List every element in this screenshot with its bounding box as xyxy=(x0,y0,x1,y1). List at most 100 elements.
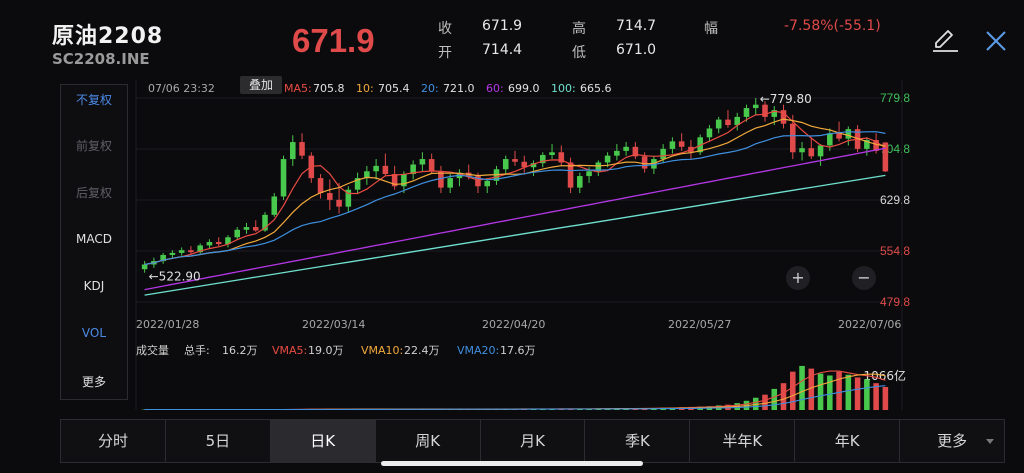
chevron-down-icon xyxy=(986,439,995,444)
candle-body xyxy=(252,227,259,231)
zoom-in-button-icon: + xyxy=(791,268,804,287)
overlay-button[interactable]: 叠加 xyxy=(240,76,282,94)
candle-body xyxy=(743,108,750,117)
tab-monthly-k[interactable]: 月K xyxy=(481,420,586,462)
volume-bar xyxy=(799,365,805,410)
candle-body xyxy=(188,250,194,253)
tab-5day[interactable]: 5日 xyxy=(166,420,271,462)
panel-item-kdj[interactable]: KDJ xyxy=(61,279,127,293)
stat-close-label: 收 xyxy=(438,21,452,37)
price-annotation: ←779.80 xyxy=(760,92,812,106)
tab-quarterly-k[interactable]: 季K xyxy=(585,420,691,462)
stat-low-value: 671.0 xyxy=(616,42,657,58)
candle-body xyxy=(614,150,620,156)
x-tick-label: 2022/01/28 xyxy=(136,318,199,331)
candle-body xyxy=(484,180,490,187)
candle-body xyxy=(706,128,713,138)
tab-weekly-k[interactable]: 周K xyxy=(376,420,481,462)
candle-body xyxy=(641,156,648,169)
candle-body xyxy=(808,148,815,157)
vma-legend-key: VMA10: xyxy=(361,344,403,357)
candle-body xyxy=(141,264,148,270)
tab-yearly-k[interactable]: 年K xyxy=(795,420,901,462)
candle-body xyxy=(336,199,342,207)
candle-body xyxy=(271,196,278,215)
panel-item-macd[interactable]: MACD xyxy=(61,232,127,246)
candle-body xyxy=(660,148,666,160)
tab-more-label: 更多 xyxy=(937,432,968,450)
panel-item-forward-adjust[interactable]: 前复权 xyxy=(61,137,127,154)
panel-item-backward-adjust[interactable]: 后复权 xyxy=(61,184,127,201)
chart-area[interactable]: 779.8 704.8 629.8 554.8 479.8 07/06 23:32 MA5:… xyxy=(130,80,910,410)
stat-low-label: 低 xyxy=(572,45,586,61)
kline-chart[interactable]: 779.8704.8629.8554.8479.807/06 23:32 MA5:… xyxy=(130,80,910,410)
ma-legend-value: 705.4 xyxy=(378,82,410,95)
ma-legend-value: 721.0 xyxy=(443,82,475,95)
volume-total-label: 总手: xyxy=(184,343,210,357)
vma-legend-value: 17.6万 xyxy=(500,344,536,357)
volume-bar xyxy=(836,371,842,410)
stat-change: 幅 xyxy=(704,18,734,37)
period-tabs: 分时 5日 日K 周K 月K 季K 半年K 年K 更多 xyxy=(60,419,1005,463)
candle-body xyxy=(169,252,176,255)
vma-legend-value: 19.0万 xyxy=(308,344,344,357)
volume-bar xyxy=(864,379,870,410)
candle-body xyxy=(419,159,426,165)
stat-change-label: 幅 xyxy=(704,21,718,37)
stat-close-value: 671.9 xyxy=(482,18,523,34)
tab-intraday[interactable]: 分时 xyxy=(61,420,166,462)
tab-daily-k[interactable]: 日K xyxy=(270,420,376,462)
candle-body xyxy=(549,152,555,155)
indicator-panel: 不复权 前复权 后复权 MACD KDJ VOL 更多 xyxy=(60,84,128,400)
ma-legend-key: 100: xyxy=(551,82,576,95)
ma-legend-value: 699.0 xyxy=(508,82,540,95)
candle-body xyxy=(502,159,509,170)
vma-legend-value: 22.4万 xyxy=(404,344,440,357)
volume-bar xyxy=(845,374,852,410)
stat-high-value: 714.7 xyxy=(616,18,657,34)
candle-body xyxy=(725,119,731,126)
instrument-name: 原油2208 xyxy=(52,24,164,49)
volume-total-value: 16.2万 xyxy=(222,344,258,357)
candle-body xyxy=(586,171,592,177)
candle-body xyxy=(845,129,852,139)
candle-body xyxy=(234,229,240,238)
panel-item-no-adjust[interactable]: 不复权 xyxy=(61,91,127,108)
candle-body xyxy=(512,159,518,162)
candle-body xyxy=(799,148,805,153)
stat-low: 低 671.0 xyxy=(572,42,672,61)
candle-body xyxy=(577,176,583,188)
candle-body xyxy=(178,250,185,253)
volume-bar xyxy=(771,388,778,410)
ma-legend-key: 10: xyxy=(356,82,374,95)
candle-body xyxy=(206,242,213,246)
panel-item-vol[interactable]: VOL xyxy=(61,326,127,340)
volume-bar xyxy=(790,371,796,410)
candle-body xyxy=(382,165,389,175)
x-tick-label: 2022/07/06 xyxy=(838,318,901,331)
candle-body xyxy=(827,133,833,146)
candle-body xyxy=(299,142,305,156)
candle-body xyxy=(447,178,453,188)
volume-bar xyxy=(780,383,787,410)
ma-line xyxy=(144,118,886,266)
chart-datetime: 07/06 23:32 xyxy=(148,82,215,95)
last-price: 671.9 xyxy=(292,22,375,59)
vma-legend-key: VMA20: xyxy=(457,344,499,357)
ma-legend-key: 60: xyxy=(486,82,504,95)
home-indicator[interactable] xyxy=(381,461,643,466)
tab-more[interactable]: 更多 xyxy=(900,420,1004,462)
candle-body xyxy=(604,155,611,163)
volume-label: 成交量 xyxy=(136,343,169,357)
ma-line xyxy=(144,147,886,291)
edit-icon[interactable] xyxy=(930,28,960,54)
volume-bar xyxy=(827,375,833,410)
panel-item-more[interactable]: 更多 xyxy=(61,373,127,390)
candle-body xyxy=(715,119,722,129)
ma-line xyxy=(144,174,886,296)
ma-legend-value: 705.8 xyxy=(313,82,345,95)
ma-legend-key: 20: xyxy=(421,82,439,95)
tab-halfyear-k[interactable]: 半年K xyxy=(690,420,796,462)
close-icon[interactable] xyxy=(983,28,1009,54)
candle-body xyxy=(215,242,222,245)
